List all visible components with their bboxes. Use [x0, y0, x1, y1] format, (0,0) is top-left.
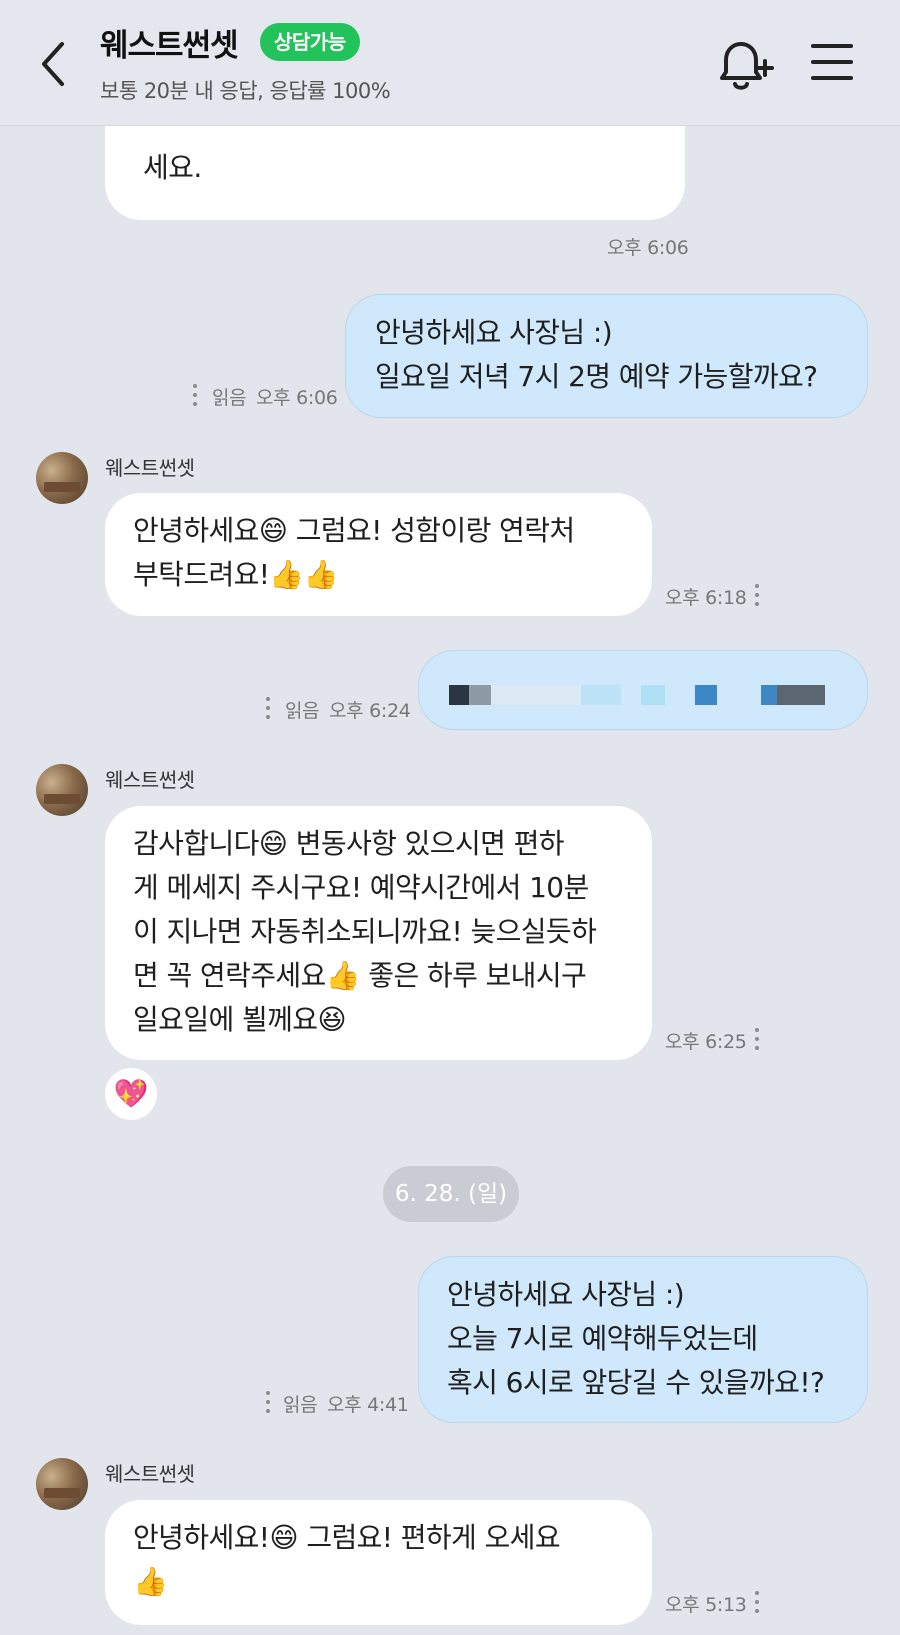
- message-text: 혹시 6시로 앞당길 수 있을까요!?: [447, 1366, 825, 1399]
- message-text: 👍: [133, 1565, 168, 1598]
- message-time: 오후 4:41: [327, 1394, 409, 1416]
- bell-plus-icon: [720, 42, 774, 90]
- notification-button[interactable]: [714, 38, 774, 94]
- redacted-block: [581, 685, 621, 705]
- hamburger-menu-icon: [811, 44, 853, 80]
- message-text: 안녕하세요 사장님 :): [375, 316, 613, 349]
- redacted-block: [641, 685, 665, 705]
- message-text: 일요일 저녁 7시 2명 예약 가능할까요?: [375, 360, 818, 393]
- message-read-status: 읽음: [283, 1394, 318, 1416]
- message-text: 안녕하세요 사장님 :): [447, 1278, 685, 1311]
- message-text: 안녕하세요!😄 그럼요! 편하게 오세요: [133, 1521, 561, 1554]
- menu-button[interactable]: [810, 42, 854, 82]
- chevron-left-icon: [42, 42, 64, 86]
- redacted-block: [469, 685, 491, 705]
- more-options-icon[interactable]: [754, 1028, 760, 1054]
- message-text: 감사합니다😄 변동사항 있으시면 편하: [133, 827, 565, 860]
- more-options-icon[interactable]: [754, 584, 760, 610]
- avatar[interactable]: [36, 1458, 88, 1510]
- heart-reaction-icon[interactable]: 💖: [105, 1068, 157, 1120]
- sender-name: 웨스트썬셋: [105, 1462, 195, 1486]
- message-text: 면 꼭 연락주세요👍 좋은 하루 보내시구: [133, 959, 587, 992]
- redacted-block: [449, 685, 469, 705]
- back-button[interactable]: [34, 38, 74, 90]
- chat-header: 웨스트썬셋 상담가능 보통 20분 내 응답, 응답률 100%: [0, 0, 900, 126]
- response-rate-subtitle: 보통 20분 내 응답, 응답률 100%: [100, 79, 391, 103]
- date-separator: 6. 28. (일): [383, 1166, 519, 1222]
- redacted-message-bubble[interactable]: [418, 650, 868, 730]
- sender-name: 웨스트썬셋: [105, 768, 195, 792]
- message-bubble[interactable]: 감사합니다😄 변동사항 있으시면 편하 게 메세지 주시구요! 예약시간에서 1…: [105, 806, 652, 1060]
- redacted-block: [491, 685, 581, 705]
- more-options-icon[interactable]: [754, 1591, 760, 1617]
- sender-name: 웨스트썬셋: [105, 456, 195, 480]
- message-bubble[interactable]: 안녕하세요😄 그럼요! 성함이랑 연락처 부탁드려요!👍👍: [105, 493, 652, 616]
- message-time: 오후 6:06: [256, 387, 338, 409]
- more-options-icon[interactable]: [265, 697, 271, 723]
- message-text: 안녕하세요😄 그럼요! 성함이랑 연락처: [133, 514, 575, 547]
- avatar[interactable]: [36, 764, 88, 816]
- chat-title: 웨스트썬셋: [100, 28, 239, 64]
- more-options-icon[interactable]: [265, 1391, 271, 1417]
- message-text: 일요일에 뵐께요😆: [133, 1003, 347, 1036]
- message-text: 부탁드려요!👍👍: [133, 558, 339, 591]
- message-text: 오늘 7시로 예약해두었는데: [447, 1322, 758, 1355]
- avatar[interactable]: [36, 452, 88, 504]
- redacted-block: [621, 685, 641, 705]
- message-read-status: 읽음: [285, 700, 320, 722]
- message-time: 오후 6:18: [665, 587, 747, 609]
- chat-area: 세요. 오후 6:06 안녕하세요 사장님 :) 일요일 저녁 7시 2명 예약…: [0, 0, 900, 1635]
- redacted-block: [777, 685, 825, 705]
- message-text: 이 지나면 자동취소되니까요! 늦으실듯하: [133, 915, 597, 948]
- message-bubble[interactable]: 안녕하세요!😄 그럼요! 편하게 오세요 👍: [105, 1500, 652, 1625]
- message-time: 오후 6:06: [607, 237, 689, 259]
- message-bubble[interactable]: 안녕하세요 사장님 :) 일요일 저녁 7시 2명 예약 가능할까요?: [345, 294, 868, 418]
- message-bubble[interactable]: 안녕하세요 사장님 :) 오늘 7시로 예약해두었는데 혹시 6시로 앞당길 수…: [418, 1256, 868, 1423]
- message-text: 게 메세지 주시구요! 예약시간에서 10분: [133, 871, 589, 904]
- message-text: 세요.: [143, 151, 202, 184]
- message-time: 오후 6:25: [665, 1031, 747, 1053]
- message-time: 오후 5:13: [665, 1594, 747, 1616]
- message-read-status: 읽음: [212, 387, 247, 409]
- redacted-block: [695, 685, 717, 705]
- status-badge: 상담가능: [260, 23, 360, 61]
- message-time: 오후 6:24: [329, 700, 411, 722]
- more-options-icon[interactable]: [192, 384, 198, 410]
